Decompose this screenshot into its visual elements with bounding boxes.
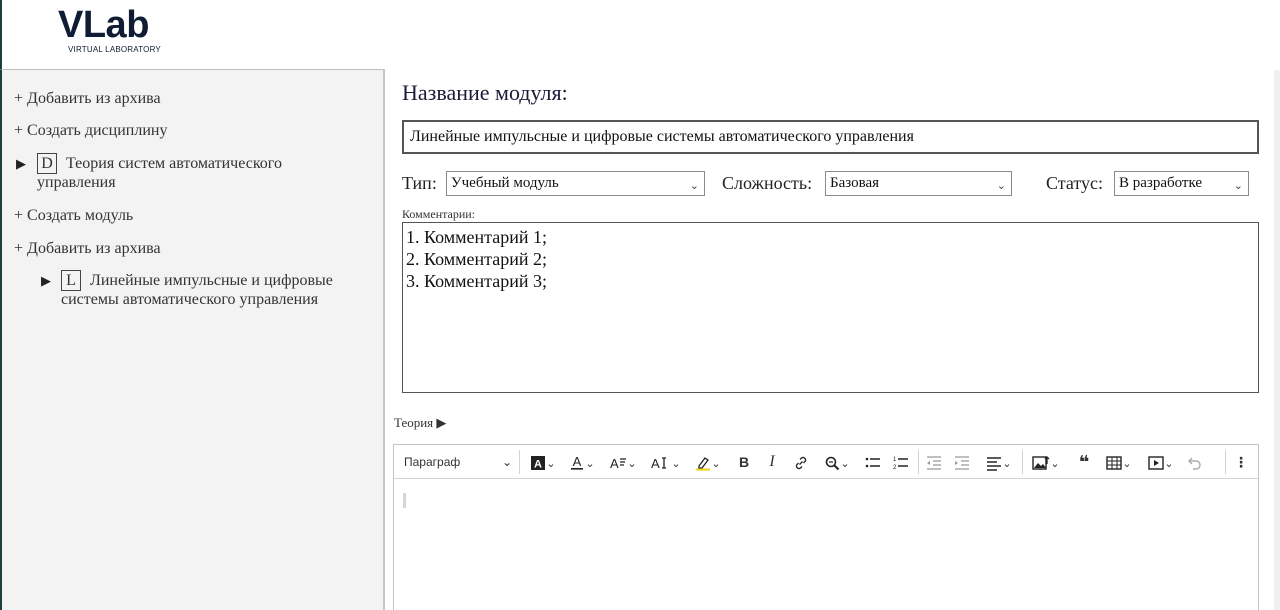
comments-textarea[interactable]: 1. Комментарий 1; 2. Комментарий 2; 3. К…	[402, 222, 1259, 393]
sidebar-create-module[interactable]: + Создать модуль	[14, 206, 133, 225]
font-color-button[interactable]: A ⌄	[566, 451, 598, 473]
link-icon	[795, 457, 807, 470]
expand-triangle-icon[interactable]: ▶	[41, 271, 51, 290]
media-embed-button[interactable]: ⌄	[1144, 451, 1178, 473]
link-button[interactable]	[790, 451, 812, 473]
font-color-icon: A	[571, 454, 584, 470]
bold-button[interactable]: B	[734, 451, 754, 473]
indent-icon	[955, 456, 969, 470]
bold-icon: B	[738, 454, 750, 470]
chevron-down-icon: ⌄	[689, 179, 699, 192]
status-label: Статус:	[1046, 173, 1103, 193]
chevron-down-icon: ⌄	[1233, 179, 1243, 192]
sidebar: + Добавить из архива + Создать дисциплин…	[0, 69, 385, 610]
discipline-badge: D	[37, 153, 57, 174]
editor-content-area[interactable]	[394, 480, 1258, 610]
more-vertical-icon: ⋮	[1234, 454, 1248, 470]
type-select-value: Учебный модуль	[451, 175, 559, 191]
align-button[interactable]: ⌄	[982, 451, 1016, 473]
comment-line: 3. Комментарий 3;	[406, 271, 548, 291]
complexity-select-value: Базовая	[830, 175, 880, 191]
toolbar-divider	[1225, 450, 1226, 474]
find-replace-button[interactable]: ⌄	[820, 451, 854, 473]
outdent-button[interactable]	[924, 451, 944, 473]
discipline-label-line2: управления	[37, 174, 116, 191]
vlab-logo[interactable]: VLab VIRTUAL LABORATORY	[58, 6, 178, 56]
status-select[interactable]: В разработке ⌄	[1114, 171, 1249, 196]
toolbar-divider	[1022, 450, 1023, 474]
toolbar-divider	[519, 450, 520, 474]
font-size-icon: A	[610, 456, 627, 471]
bulleted-list-icon	[865, 457, 880, 468]
table-button[interactable]: ⌄	[1102, 451, 1136, 473]
media-embed-icon	[1148, 456, 1165, 470]
theory-toggle[interactable]: Теория ▶	[394, 415, 446, 431]
page-title: Название модуля:	[402, 80, 568, 105]
editor-toolbar: Параграф ⌄ A ⌄ A ⌄ A ⌄ A ⌄ ⌄ B I ⌄ 1 2 ⌄…	[394, 445, 1258, 479]
image-insert-button[interactable]: ⌄	[1028, 451, 1064, 473]
logo-text: VLab	[58, 4, 149, 46]
more-options-button[interactable]: ⋮	[1232, 451, 1250, 473]
type-select[interactable]: Учебный модуль ⌄	[446, 171, 705, 196]
font-size-button[interactable]: A ⌄	[606, 451, 640, 473]
sidebar-add-from-archive-2[interactable]: + Добавить из архива	[14, 239, 161, 258]
logo-subtitle: VIRTUAL LABORATORY	[68, 45, 161, 54]
status-select-value: В разработке	[1119, 175, 1203, 191]
expand-triangle-icon[interactable]: ▶	[16, 154, 26, 173]
header: VLab VIRTUAL LABORATORY	[0, 0, 1280, 70]
undo-icon	[1188, 457, 1201, 470]
type-label: Тип:	[402, 173, 437, 193]
paragraph-format-value: Параграф	[404, 455, 461, 469]
svg-text:A: A	[651, 456, 660, 471]
module-badge: L	[61, 270, 81, 291]
indent-button[interactable]	[952, 451, 972, 473]
blockquote-button[interactable]: ❝	[1074, 451, 1094, 473]
comment-line: 2. Комментарий 2;	[406, 249, 548, 269]
font-family-button[interactable]: A ⌄	[648, 451, 684, 473]
find-replace-icon	[826, 456, 840, 471]
svg-text:A: A	[573, 455, 582, 469]
comments-label: Комментарии:	[402, 207, 476, 221]
highlight-icon	[696, 457, 711, 471]
italic-button[interactable]: I	[762, 451, 782, 473]
sidebar-discipline-item[interactable]: ▶ D Теория систем автоматического управл…	[16, 153, 376, 194]
svg-text:A: A	[534, 459, 542, 471]
text-caret	[403, 493, 406, 508]
complexity-select[interactable]: Базовая ⌄	[825, 171, 1012, 196]
module-label-line1: Линейные импульсные и цифровые	[90, 272, 333, 289]
image-insert-icon	[1032, 456, 1050, 470]
table-icon	[1106, 456, 1123, 470]
module-name-input[interactable]	[402, 120, 1259, 154]
rich-text-editor: Параграф ⌄ A ⌄ A ⌄ A ⌄ A ⌄ ⌄ B I ⌄ 1 2 ⌄…	[393, 444, 1259, 610]
numbered-list-icon: 12	[893, 457, 908, 471]
chevron-down-icon: ⌄	[501, 455, 512, 469]
font-background-button[interactable]: A ⌄	[528, 451, 558, 473]
main-panel: Название модуля: Тип: Учебный модуль ⌄ С…	[387, 70, 1280, 610]
sidebar-add-from-archive[interactable]: + Добавить из архива	[14, 89, 161, 108]
chevron-down-icon: ⌄	[996, 179, 1006, 192]
undo-button[interactable]	[1184, 451, 1204, 473]
paragraph-format-dropdown[interactable]: Параграф ⌄	[404, 451, 512, 473]
blockquote-icon: ❝	[1078, 452, 1090, 472]
outdent-icon	[927, 456, 941, 470]
sidebar-module-item[interactable]: ▶ L Линейные импульсные и цифровые систе…	[41, 270, 381, 311]
bulleted-list-button[interactable]	[862, 451, 884, 473]
svg-text:A: A	[610, 456, 619, 471]
align-icon	[987, 457, 1002, 471]
font-family-icon: A	[651, 456, 667, 471]
svg-text:2: 2	[893, 465, 897, 471]
complexity-label: Сложность:	[722, 173, 813, 193]
highlight-button[interactable]: ⌄	[691, 451, 725, 473]
discipline-label-line1: Теория систем автоматического	[66, 155, 282, 172]
toolbar-divider	[918, 450, 919, 474]
comment-line: 1. Комментарий 1;	[406, 227, 548, 247]
numbered-list-button[interactable]: 12	[890, 451, 912, 473]
italic-icon: I	[769, 453, 775, 470]
module-label-line2: системы автоматического управления	[61, 291, 319, 308]
svg-text:1: 1	[893, 457, 897, 463]
scrollbar-track[interactable]	[1274, 70, 1280, 610]
sidebar-create-discipline[interactable]: + Создать дисциплину	[14, 121, 167, 140]
font-background-icon: A	[531, 456, 546, 471]
